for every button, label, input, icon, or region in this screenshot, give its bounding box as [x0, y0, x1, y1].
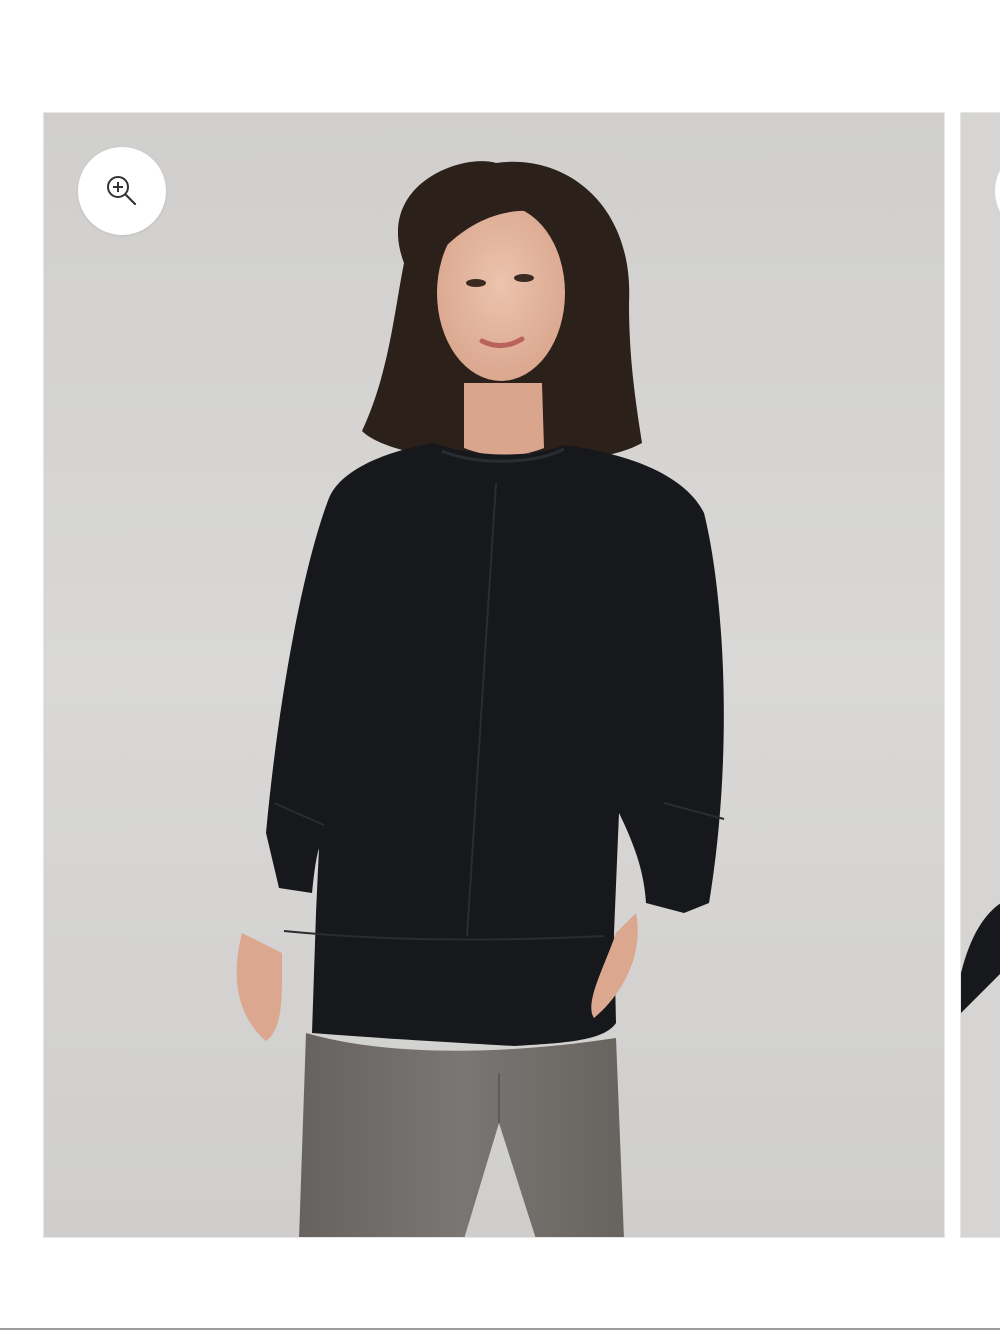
next-product-image-slide[interactable] [960, 112, 1000, 1238]
zoom-button[interactable] [78, 147, 166, 235]
product-page [0, 0, 1000, 1330]
next-product-photo [961, 113, 1000, 1237]
grey-pants [299, 1033, 624, 1237]
product-photo [44, 113, 944, 1237]
zoom-in-icon [105, 174, 139, 208]
product-image-gallery [0, 0, 1000, 1330]
product-image-slide[interactable] [43, 112, 945, 1238]
